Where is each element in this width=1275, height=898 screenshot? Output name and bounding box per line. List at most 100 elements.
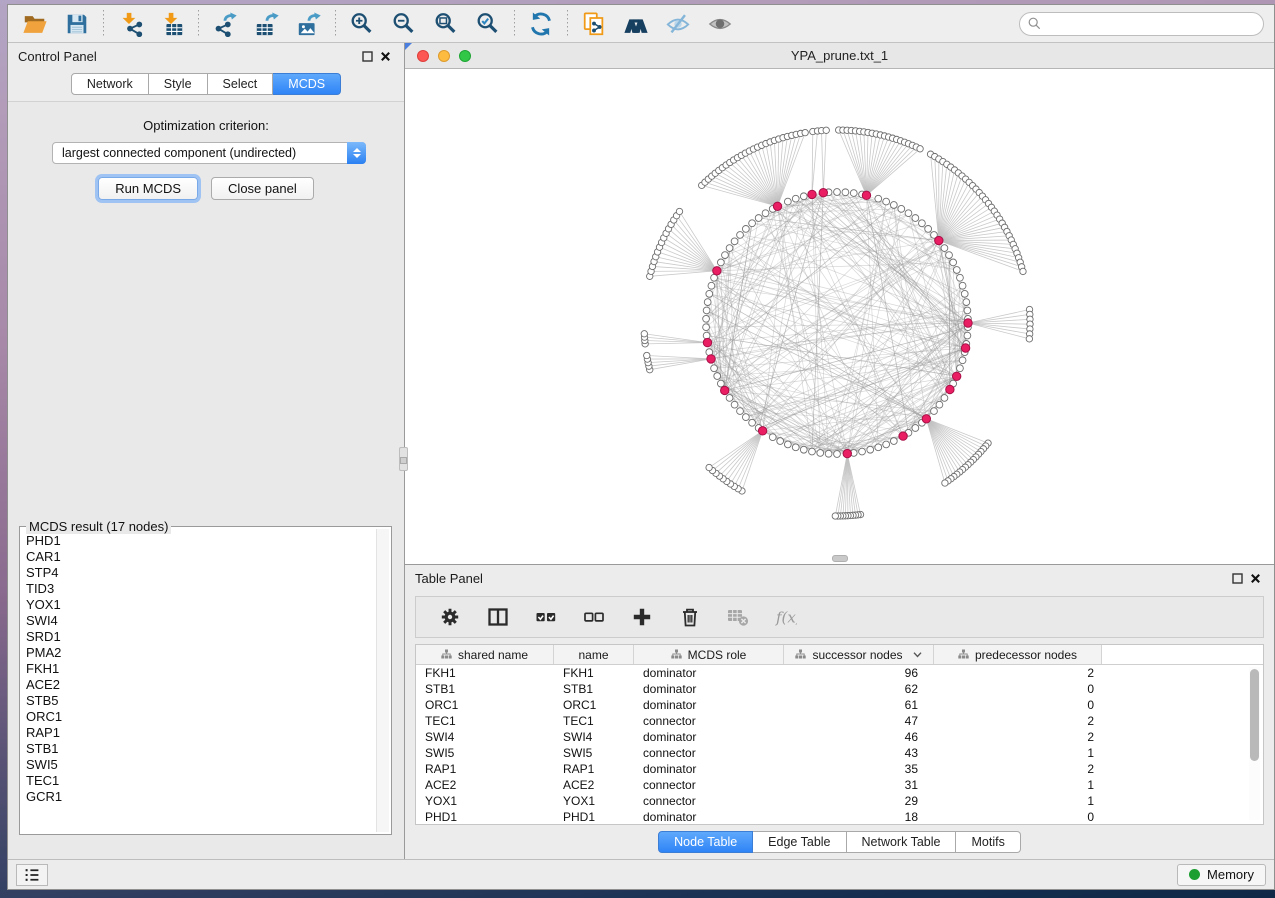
- table-row[interactable]: YOX1YOX1connector291: [416, 793, 1263, 809]
- export-image-button[interactable]: [292, 9, 326, 39]
- zoom-selected-button[interactable]: [471, 9, 505, 39]
- zoom-fit-button[interactable]: [429, 9, 463, 39]
- tab-node-table[interactable]: Node Table: [658, 831, 753, 853]
- add-button[interactable]: [628, 603, 656, 631]
- cell-shared-name: YOX1: [416, 794, 554, 808]
- column-header-MCDS-role[interactable]: MCDS role: [634, 645, 784, 664]
- network-canvas[interactable]: [405, 69, 1274, 564]
- close-panel-action-button[interactable]: Close panel: [211, 177, 314, 200]
- control-panel-title: Control Panel: [18, 49, 97, 64]
- run-mcds-button[interactable]: Run MCDS: [98, 177, 198, 200]
- column-header-name[interactable]: name: [554, 645, 634, 664]
- float-icon: [362, 51, 373, 62]
- result-node-item: STP4: [26, 565, 375, 581]
- columns-button[interactable]: [484, 603, 512, 631]
- refresh-icon: [528, 11, 554, 37]
- cell-predecessor-nodes: 1: [934, 778, 1102, 792]
- table-row[interactable]: TEC1TEC1connector472: [416, 713, 1263, 729]
- cell-successor-nodes: 61: [784, 698, 934, 712]
- cell-successor-nodes: 46: [784, 730, 934, 744]
- table-panel-tabs: Node TableEdge TableNetwork TableMotifs: [405, 825, 1274, 859]
- export-table-button[interactable]: [250, 9, 284, 39]
- mcds-result-group: MCDS result (17 nodes) PHD1CAR1STP4TID3Y…: [19, 526, 392, 835]
- float-table-panel-button[interactable]: [1228, 569, 1246, 587]
- cell-name: PHD1: [554, 810, 634, 824]
- cell-successor-nodes: 96: [784, 666, 934, 680]
- tab-mcds[interactable]: MCDS: [273, 73, 341, 95]
- tab-network-table[interactable]: Network Table: [847, 831, 957, 853]
- network-graph[interactable]: [405, 69, 1274, 564]
- tab-select[interactable]: Select: [208, 73, 274, 95]
- select-all-button[interactable]: [532, 603, 560, 631]
- column-header-successor-nodes[interactable]: successor nodes: [784, 645, 934, 664]
- export-image-icon: [296, 11, 322, 37]
- zoom-in-button[interactable]: [345, 9, 379, 39]
- cell-shared-name: ORC1: [416, 698, 554, 712]
- search-box[interactable]: [1019, 12, 1264, 36]
- cell-name: STB1: [554, 682, 634, 696]
- tab-style[interactable]: Style: [149, 73, 208, 95]
- table-row[interactable]: STB1STB1dominator620: [416, 681, 1263, 697]
- save-icon: [64, 11, 90, 37]
- table-row[interactable]: SWI5SWI5connector431: [416, 745, 1263, 761]
- cell-predecessor-nodes: 0: [934, 682, 1102, 696]
- table-row[interactable]: FKH1FKH1dominator962: [416, 665, 1263, 681]
- dropdown-stepper-icon: [347, 142, 366, 164]
- tab-edge-table[interactable]: Edge Table: [753, 831, 846, 853]
- cell-shared-name: FKH1: [416, 666, 554, 680]
- open-folder-button[interactable]: [18, 9, 52, 39]
- cell-MCDS-role: dominator: [634, 730, 784, 744]
- result-node-item: ACE2: [26, 677, 375, 693]
- gear-button[interactable]: [436, 603, 464, 631]
- cell-predecessor-nodes: 1: [934, 746, 1102, 760]
- tab-motifs[interactable]: Motifs: [956, 831, 1020, 853]
- network-window-titlebar[interactable]: YPA_prune.txt_1: [405, 43, 1274, 69]
- float-icon: [1232, 573, 1243, 584]
- column-header-shared-name[interactable]: shared name: [416, 645, 554, 664]
- result-list-scrollbar[interactable]: [376, 529, 389, 832]
- deselect-all-button[interactable]: [580, 603, 608, 631]
- cell-name: ORC1: [554, 698, 634, 712]
- canvas-scrollbar-thumb[interactable]: [832, 555, 848, 562]
- table-row[interactable]: ORC1ORC1dominator610: [416, 697, 1263, 713]
- memory-button[interactable]: Memory: [1177, 864, 1266, 886]
- save-button[interactable]: [60, 9, 94, 39]
- import-network-button[interactable]: [113, 9, 147, 39]
- table-row[interactable]: SWI4SWI4dominator462: [416, 729, 1263, 745]
- first-neighbors-button[interactable]: [619, 9, 653, 39]
- export-network-button[interactable]: [208, 9, 242, 39]
- table-row[interactable]: PHD1PHD1dominator180: [416, 809, 1263, 825]
- table-row[interactable]: ACE2ACE2connector311: [416, 777, 1263, 793]
- toolbar-separator: [103, 10, 104, 38]
- cell-successor-nodes: 62: [784, 682, 934, 696]
- task-history-button[interactable]: [16, 864, 48, 886]
- refresh-button[interactable]: [524, 9, 558, 39]
- criterion-dropdown[interactable]: largest connected component (undirected): [52, 142, 366, 164]
- close-panel-button[interactable]: [376, 47, 394, 65]
- table-scrollbar-thumb[interactable]: [1250, 669, 1259, 761]
- import-table-button[interactable]: [155, 9, 189, 39]
- table-panel-titlebar: Table Panel: [405, 565, 1274, 591]
- table-rows: FKH1FKH1dominator962STB1STB1dominator620…: [416, 665, 1263, 825]
- show-all-button[interactable]: [703, 9, 737, 39]
- result-node-item: STB1: [26, 741, 375, 757]
- clone-network-button[interactable]: [577, 9, 611, 39]
- table-row[interactable]: RAP1RAP1dominator352: [416, 761, 1263, 777]
- hide-selected-button[interactable]: [661, 9, 695, 39]
- cell-MCDS-role: dominator: [634, 666, 784, 680]
- float-panel-button[interactable]: [358, 47, 376, 65]
- close-table-panel-button[interactable]: [1246, 569, 1264, 587]
- cell-predecessor-nodes: 2: [934, 666, 1102, 680]
- mcds-result-list[interactable]: PHD1CAR1STP4TID3YOX1SWI4SRD1PMA2FKH1ACE2…: [26, 533, 375, 832]
- tab-network[interactable]: Network: [71, 73, 149, 95]
- table-scrollbar[interactable]: [1249, 667, 1260, 820]
- cell-shared-name: STB1: [416, 682, 554, 696]
- delete-button[interactable]: [676, 603, 704, 631]
- search-input[interactable]: [1046, 17, 1255, 31]
- workspace: YPA_prune.txt_1 Table Panel: [405, 43, 1274, 859]
- column-header-predecessor-nodes[interactable]: predecessor nodes: [934, 645, 1102, 664]
- cell-predecessor-nodes: 1: [934, 794, 1102, 808]
- zoom-out-button[interactable]: [387, 9, 421, 39]
- panel-splitter-handle[interactable]: [399, 447, 408, 471]
- cell-shared-name: RAP1: [416, 762, 554, 776]
